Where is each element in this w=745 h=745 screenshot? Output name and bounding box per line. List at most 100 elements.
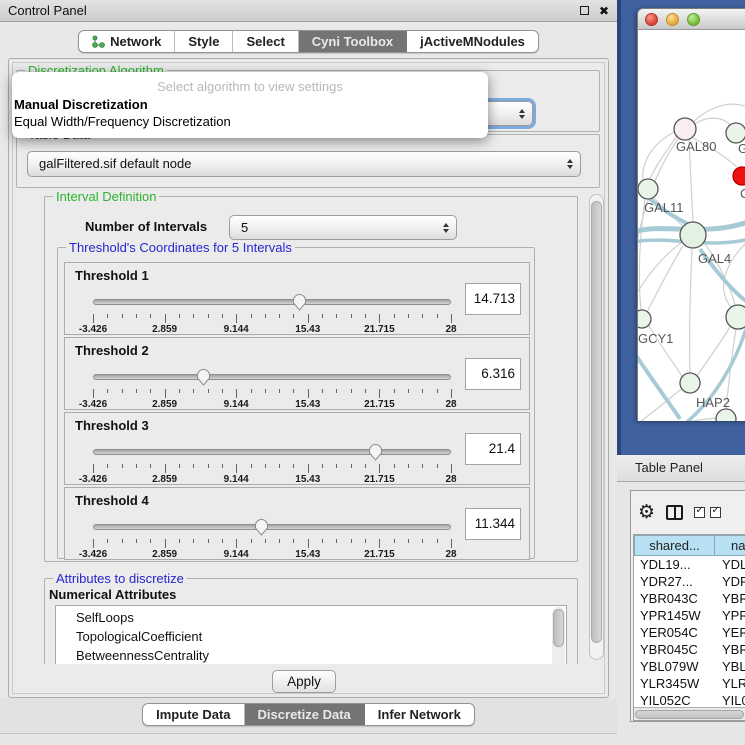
- popup-item-equal-width-frequency[interactable]: Equal Width/Frequency Discretization: [12, 113, 488, 130]
- tick-mark: [165, 389, 166, 398]
- cell-name[interactable]: YPR1: [715, 607, 745, 624]
- table-header: shared... na: [634, 535, 745, 556]
- cell-name[interactable]: YBR0: [715, 590, 745, 607]
- split-pane-icon[interactable]: [666, 505, 683, 520]
- threshold-value-box[interactable]: 14.713: [465, 283, 521, 315]
- tab-style[interactable]: Style: [175, 31, 233, 52]
- cell-shared-name[interactable]: YLR345W: [634, 675, 715, 692]
- tick-mark: [136, 539, 137, 543]
- minimize-button[interactable]: [666, 13, 679, 26]
- network-window-titlebar[interactable]: [637, 8, 745, 30]
- threshold-panel: Threshold 4 -3.4262.8599.14415.4321.7152…: [64, 487, 530, 560]
- network-window-frame: GAL80GACYGAL11GAL4GCY1HHAP2: [617, 0, 745, 455]
- tick-mark: [107, 464, 108, 468]
- scrollbar-thumb[interactable]: [635, 710, 744, 719]
- table-row[interactable]: YLR345W YLR3: [634, 675, 745, 692]
- num-intervals-combo[interactable]: 5: [229, 215, 457, 240]
- tick-label: -3.426: [79, 399, 107, 410]
- cell-shared-name[interactable]: YDL19...: [634, 556, 715, 573]
- tick-mark: [408, 314, 409, 318]
- cell-shared-name[interactable]: YBR045C: [634, 641, 715, 658]
- slider-thumb[interactable]: [368, 443, 383, 461]
- column-header-shared-name[interactable]: shared...: [634, 535, 715, 556]
- tab-network[interactable]: Network: [79, 31, 175, 52]
- list-item[interactable]: BetweennessCentrality: [56, 646, 566, 664]
- threshold-slider[interactable]: -3.4262.8599.14415.4321.71528: [93, 366, 451, 408]
- cell-name[interactable]: YDL1: [715, 556, 745, 573]
- cell-shared-name[interactable]: YBR043C: [634, 590, 715, 607]
- cell-name[interactable]: YBR0: [715, 641, 745, 658]
- slider-track[interactable]: [93, 299, 451, 305]
- tick-mark: [122, 314, 123, 318]
- tab-select[interactable]: Select: [233, 31, 298, 52]
- threshold-label: Threshold 3: [75, 418, 149, 433]
- threshold-panel: Threshold 3 -3.4262.8599.14415.4321.7152…: [64, 412, 530, 485]
- threshold-slider[interactable]: -3.4262.8599.14415.4321.71528: [93, 516, 451, 558]
- slider-thumb[interactable]: [196, 368, 211, 386]
- table-data-group: Table Data galFiltered.sif default node: [16, 134, 600, 188]
- cell-shared-name[interactable]: YPR145W: [634, 607, 715, 624]
- tab-jactivemnodules[interactable]: jActiveMNodules: [407, 31, 538, 52]
- tick-mark: [322, 464, 323, 468]
- network-canvas[interactable]: GAL80GACYGAL11GAL4GCY1HHAP2: [637, 30, 745, 421]
- cell-name[interactable]: YBL0: [715, 658, 745, 675]
- checkbox-icon-2[interactable]: [710, 507, 721, 518]
- close-button[interactable]: [645, 13, 658, 26]
- tick-mark: [179, 539, 180, 543]
- tick-label: 28: [445, 549, 456, 560]
- close-icon[interactable]: ✖: [599, 5, 609, 17]
- threshold-slider[interactable]: -3.4262.8599.14415.4321.71528: [93, 291, 451, 333]
- table-row[interactable]: YBR043C YBR0: [634, 590, 745, 607]
- cell-shared-name[interactable]: YER054C: [634, 624, 715, 641]
- slider-track[interactable]: [93, 374, 451, 380]
- cell-name[interactable]: YLR3: [715, 675, 745, 692]
- interval-definition-group: Interval Definition Number of Intervals …: [44, 196, 578, 562]
- tab-cyni-toolbox[interactable]: Cyni Toolbox: [299, 31, 407, 52]
- numerical-attributes-list[interactable]: SelfLoopsTopologicalCoefficientBetweenne…: [55, 605, 567, 664]
- gear-icon[interactable]: ⚙: [638, 503, 655, 522]
- slider-track[interactable]: [93, 449, 451, 455]
- table-row[interactable]: YDR27... YDR2: [634, 573, 745, 590]
- threshold-value-box[interactable]: 6.316: [465, 358, 521, 390]
- group-title: Threshold's Coordinates for 5 Intervals: [66, 240, 295, 255]
- settings-scrollbar[interactable]: [589, 194, 604, 660]
- list-item[interactable]: SelfLoops: [56, 608, 566, 627]
- table-row[interactable]: YBR045C YBR0: [634, 641, 745, 658]
- apply-button[interactable]: Apply: [272, 670, 336, 693]
- network-node-label: GCY1: [638, 331, 673, 346]
- table-data-combo[interactable]: galFiltered.sif default node: [27, 151, 581, 177]
- list-item[interactable]: TopologicalCoefficient: [56, 627, 566, 646]
- tick-mark: [251, 539, 252, 543]
- slider-thumb[interactable]: [254, 518, 269, 536]
- tick-mark: [437, 389, 438, 393]
- table-hscrollbar[interactable]: [634, 707, 745, 720]
- table-row[interactable]: YDL19... YDL1: [634, 556, 745, 573]
- threshold-slider[interactable]: -3.4262.8599.14415.4321.71528: [93, 441, 451, 483]
- tick-label: -3.426: [79, 324, 107, 335]
- table-row[interactable]: YBL079W YBL0: [634, 658, 745, 675]
- slider-thumb[interactable]: [292, 293, 307, 311]
- cell-name[interactable]: YER0: [715, 624, 745, 641]
- table-row[interactable]: YPR145W YPR1: [634, 607, 745, 624]
- column-header-name[interactable]: na: [715, 535, 745, 556]
- checkbox-icon-1[interactable]: [694, 507, 705, 518]
- float-window-icon[interactable]: [580, 6, 589, 15]
- cell-shared-name[interactable]: YDR27...: [634, 573, 715, 590]
- tab-infer-network[interactable]: Infer Network: [365, 704, 474, 725]
- table-row[interactable]: YER054C YER0: [634, 624, 745, 641]
- tick-mark: [251, 389, 252, 393]
- scrollbar-thumb[interactable]: [553, 609, 564, 647]
- attributes-scrollbar[interactable]: [552, 607, 565, 664]
- tab-impute-data[interactable]: Impute Data: [143, 704, 244, 725]
- cell-name[interactable]: YDR2: [715, 573, 745, 590]
- slider-track[interactable]: [93, 524, 451, 530]
- tab-label: Infer Network: [378, 704, 461, 725]
- cell-shared-name[interactable]: YBL079W: [634, 658, 715, 675]
- threshold-value-box[interactable]: 21.4: [465, 433, 521, 465]
- tab-discretize-data[interactable]: Discretize Data: [245, 704, 365, 725]
- tick-mark: [365, 314, 366, 318]
- threshold-value-box[interactable]: 11.344: [465, 508, 521, 540]
- scrollbar-thumb[interactable]: [591, 201, 602, 643]
- popup-item-manual-discretization[interactable]: Manual Discretization: [12, 96, 488, 113]
- zoom-button[interactable]: [687, 13, 700, 26]
